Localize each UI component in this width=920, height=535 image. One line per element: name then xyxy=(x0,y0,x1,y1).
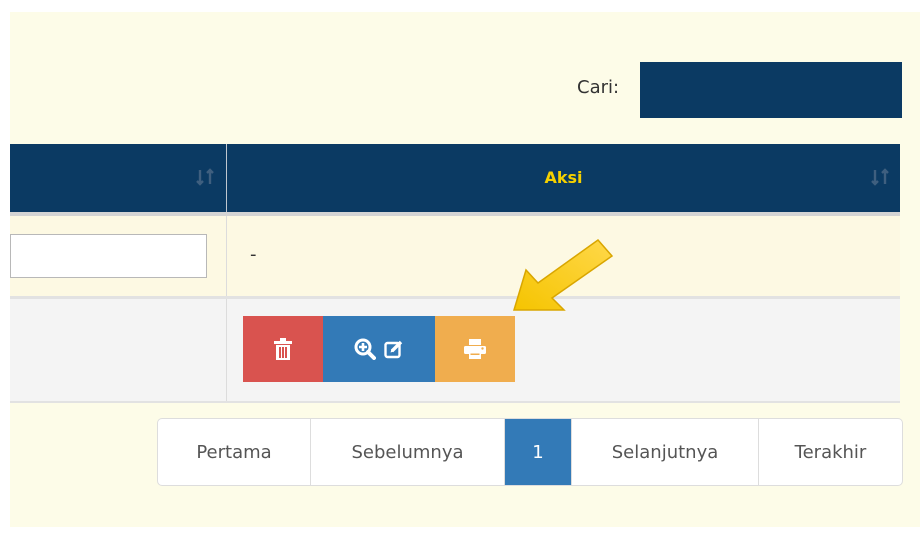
sort-icon[interactable] xyxy=(870,166,892,188)
sort-icon[interactable] xyxy=(195,166,217,188)
action-button-group xyxy=(243,316,515,382)
pagination-first[interactable]: Pertama xyxy=(158,419,311,485)
table-row: - xyxy=(10,216,900,299)
row-text-input[interactable] xyxy=(10,234,207,278)
pagination-page-1[interactable]: 1 xyxy=(505,419,572,485)
pagination-last[interactable]: Terakhir xyxy=(759,419,902,485)
cell-divider xyxy=(226,216,227,296)
cell-divider xyxy=(226,299,227,401)
table-header: Aksi xyxy=(10,144,900,216)
view-edit-button[interactable] xyxy=(323,316,435,382)
search-input[interactable] xyxy=(640,62,902,118)
arrow-pointer-icon xyxy=(512,238,614,311)
printer-icon xyxy=(464,339,486,359)
column-header-aksi-label: Aksi xyxy=(544,168,583,187)
pagination: Pertama Sebelumnya 1 Selanjutnya Terakhi… xyxy=(157,418,903,486)
trash-icon xyxy=(274,338,292,360)
column-header[interactable] xyxy=(10,144,227,212)
pagination-prev[interactable]: Sebelumnya xyxy=(311,419,505,485)
pagination-next[interactable]: Selanjutnya xyxy=(572,419,759,485)
table-row xyxy=(10,299,900,403)
edit-icon xyxy=(384,340,403,359)
column-header-aksi[interactable]: Aksi xyxy=(227,144,900,212)
delete-button[interactable] xyxy=(243,316,323,382)
aksi-empty-value: - xyxy=(250,244,257,265)
print-button[interactable] xyxy=(435,316,515,382)
zoom-in-icon xyxy=(354,338,376,360)
search-label: Cari: xyxy=(577,77,620,98)
